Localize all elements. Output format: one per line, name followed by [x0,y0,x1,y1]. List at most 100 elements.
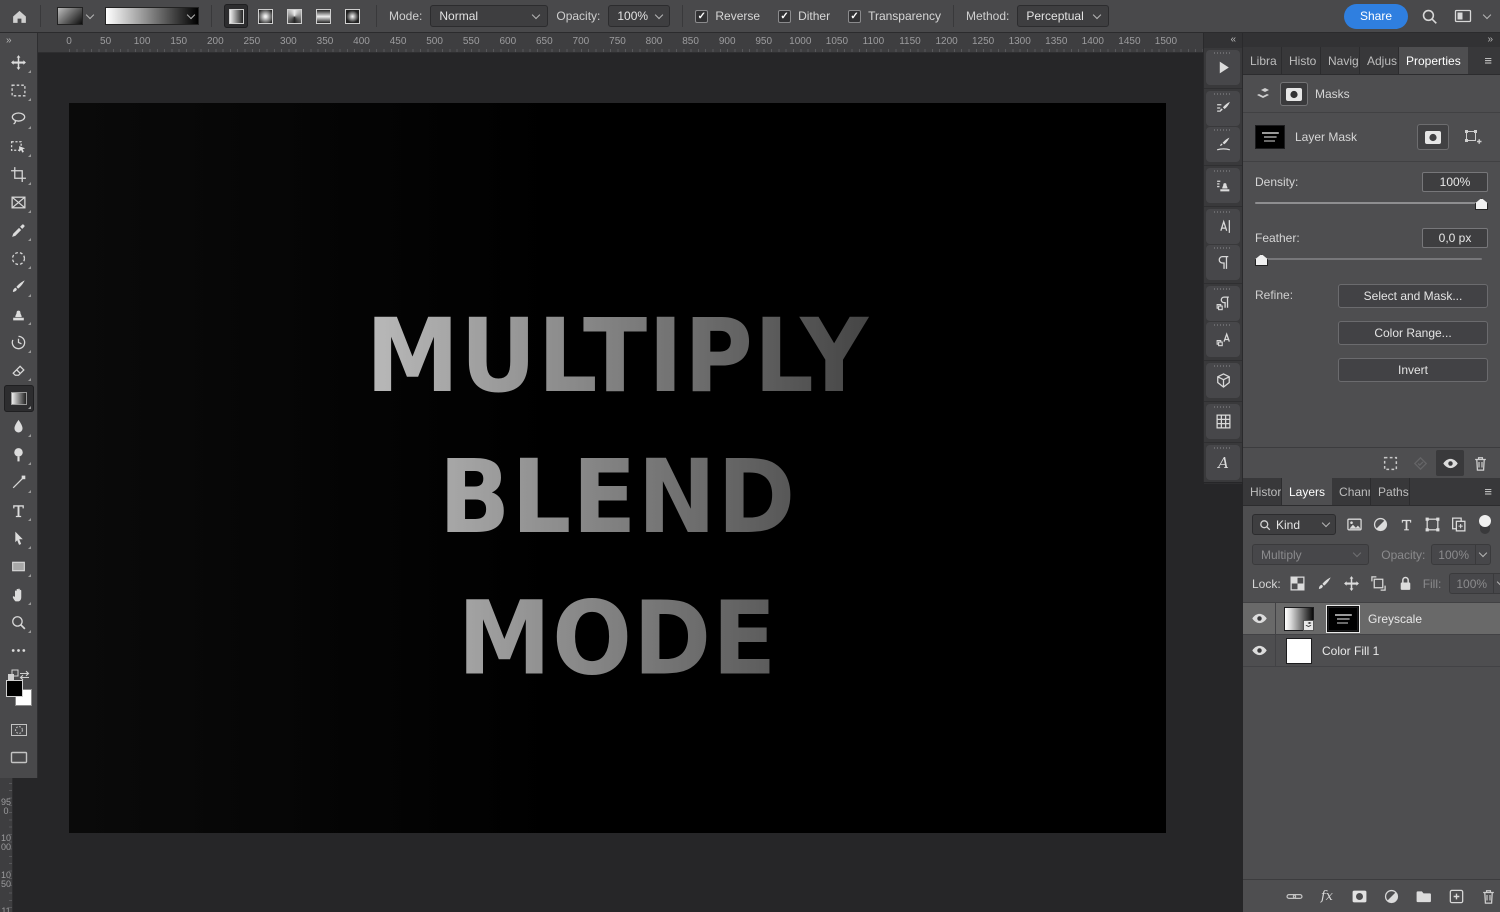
reflected-gradient-style-button[interactable] [311,4,335,28]
rectangle-tool[interactable] [4,553,34,580]
tab-channels[interactable]: Channels [1332,478,1371,505]
panel-collapse-button[interactable]: » [1243,33,1500,47]
reverse-checkbox[interactable]: ✓ Reverse [695,9,760,23]
new-group-button[interactable] [1412,884,1435,908]
linear-gradient-style-button[interactable] [224,4,248,28]
lock-artboard[interactable] [1370,573,1388,594]
character-panel-button[interactable] [1206,209,1240,244]
diamond-gradient-style-button[interactable] [340,4,364,28]
filter-toggle[interactable] [1479,514,1491,535]
gradient-preset-picker[interactable] [53,5,97,27]
tab-layers[interactable]: Layers [1282,478,1332,505]
edit-toolbar[interactable] [4,637,34,664]
tab-histo[interactable]: Histo [1282,47,1321,74]
clone-source-panel-button[interactable] [1206,168,1240,203]
panel-menu-icon[interactable]: ≡ [1476,47,1500,74]
tab-properties[interactable]: Properties [1399,47,1468,74]
link-layers-button[interactable] [1283,884,1306,908]
path-selection-tool[interactable] [4,525,34,552]
delete-mask-button[interactable] [1466,450,1494,476]
hand-tool[interactable] [4,581,34,608]
eraser-tool[interactable] [4,357,34,384]
eyedropper-tool[interactable] [4,217,34,244]
new-layer-button[interactable] [1444,884,1467,908]
character-styles-panel-button[interactable] [1206,322,1240,357]
dither-checkbox[interactable]: ✓ Dither [778,9,830,23]
clone-stamp-tool[interactable] [4,301,34,328]
transparency-checkbox[interactable]: ✓ Transparency [848,9,941,23]
layer-mask-thumbnail[interactable] [1328,607,1358,631]
density-value[interactable]: 100% [1422,172,1488,192]
lock-position[interactable] [1343,573,1361,594]
disable-mask-button[interactable] [1436,450,1464,476]
toolbar-expand-button[interactable]: » [0,33,37,49]
lock-pixels[interactable] [1316,573,1334,594]
document-canvas[interactable]: MULTIPLYBLENDMODE [69,103,1166,833]
layer-row[interactable]: Greyscale [1243,603,1500,635]
load-mask-selection-button[interactable] [1376,450,1404,476]
object-selection-tool[interactable] [4,133,34,160]
chevron-down-icon[interactable] [1483,10,1491,18]
feather-slider[interactable] [1255,254,1488,270]
patterns-panel-button[interactable] [1206,404,1240,439]
layer-thumbnail[interactable] [1284,607,1314,631]
zoom-tool[interactable] [4,609,34,636]
pixel-layers-icon[interactable] [1255,85,1273,103]
feather-slider-thumb[interactable] [1255,254,1268,266]
glyphs-panel-button[interactable]: A [1206,445,1240,480]
tab-paths[interactable]: Paths [1371,478,1410,505]
paragraph-styles-panel-button[interactable] [1206,286,1240,321]
visibility-cell[interactable] [1243,603,1276,634]
filter-kind-dropdown[interactable]: Kind [1252,514,1336,535]
move-tool[interactable] [4,49,34,76]
tab-navig[interactable]: Navig [1321,47,1360,74]
apply-mask-button[interactable] [1406,450,1434,476]
brushes-panel-button[interactable] [1206,127,1240,162]
screen-mode-button[interactable] [4,743,34,770]
panel-menu-icon[interactable]: ≡ [1476,478,1500,505]
filter-pixel-layers[interactable] [1343,514,1365,535]
frame-tool[interactable] [4,189,34,216]
filter-shape-layers[interactable] [1421,514,1443,535]
brush-tool[interactable] [4,273,34,300]
invert-button[interactable]: Invert [1338,358,1488,382]
add-adjustment-button[interactable] [1380,884,1403,908]
select-layer-mask-button[interactable] [1418,125,1448,149]
gradient-editor[interactable] [105,7,199,25]
rectangular-marquee-tool[interactable] [4,77,34,104]
layer-opacity-field[interactable]: 100% [1431,544,1491,565]
share-button[interactable]: Share [1344,4,1408,29]
horizontal-ruler[interactable]: 5005010015020025030035040045050055060065… [38,33,1203,53]
type-tool[interactable] [4,497,34,524]
mask-properties-button[interactable] [1281,83,1307,105]
select-and-mask-button[interactable]: Select and Mask... [1338,284,1488,308]
layer-thumbnail[interactable] [1286,638,1312,664]
density-slider[interactable] [1255,198,1488,214]
crop-tool[interactable] [4,161,34,188]
layer-fill-field[interactable]: 100% [1449,573,1500,594]
foreground-color-swatch[interactable] [6,680,23,697]
3d-panel-button[interactable] [1206,363,1240,398]
tab-history[interactable]: History [1243,478,1282,505]
density-slider-thumb[interactable] [1475,198,1488,210]
visibility-cell[interactable] [1243,635,1276,666]
dock-collapse-button[interactable]: « [1204,33,1242,48]
history-brush-tool[interactable] [4,329,34,356]
blur-tool[interactable] [4,413,34,440]
delete-layer-button[interactable] [1477,884,1500,908]
opacity-dropdown[interactable]: 100% [608,5,670,27]
lock-transparency[interactable] [1289,573,1307,594]
workspace-icon[interactable] [1450,4,1476,28]
paragraph-panel-button[interactable] [1206,245,1240,280]
actions-panel-button[interactable] [1206,50,1240,85]
tab-adjus[interactable]: Adjus [1360,47,1399,74]
dodge-tool[interactable] [4,441,34,468]
angle-gradient-style-button[interactable] [282,4,306,28]
pen-tool[interactable] [4,469,34,496]
add-mask-button[interactable] [1348,884,1371,908]
filter-smart-objects[interactable] [1447,514,1469,535]
add-vector-mask-button[interactable] [1458,125,1488,149]
lock-all[interactable] [1397,573,1415,594]
gradient-tool[interactable] [4,385,34,412]
healing-brush-tool[interactable] [4,245,34,272]
